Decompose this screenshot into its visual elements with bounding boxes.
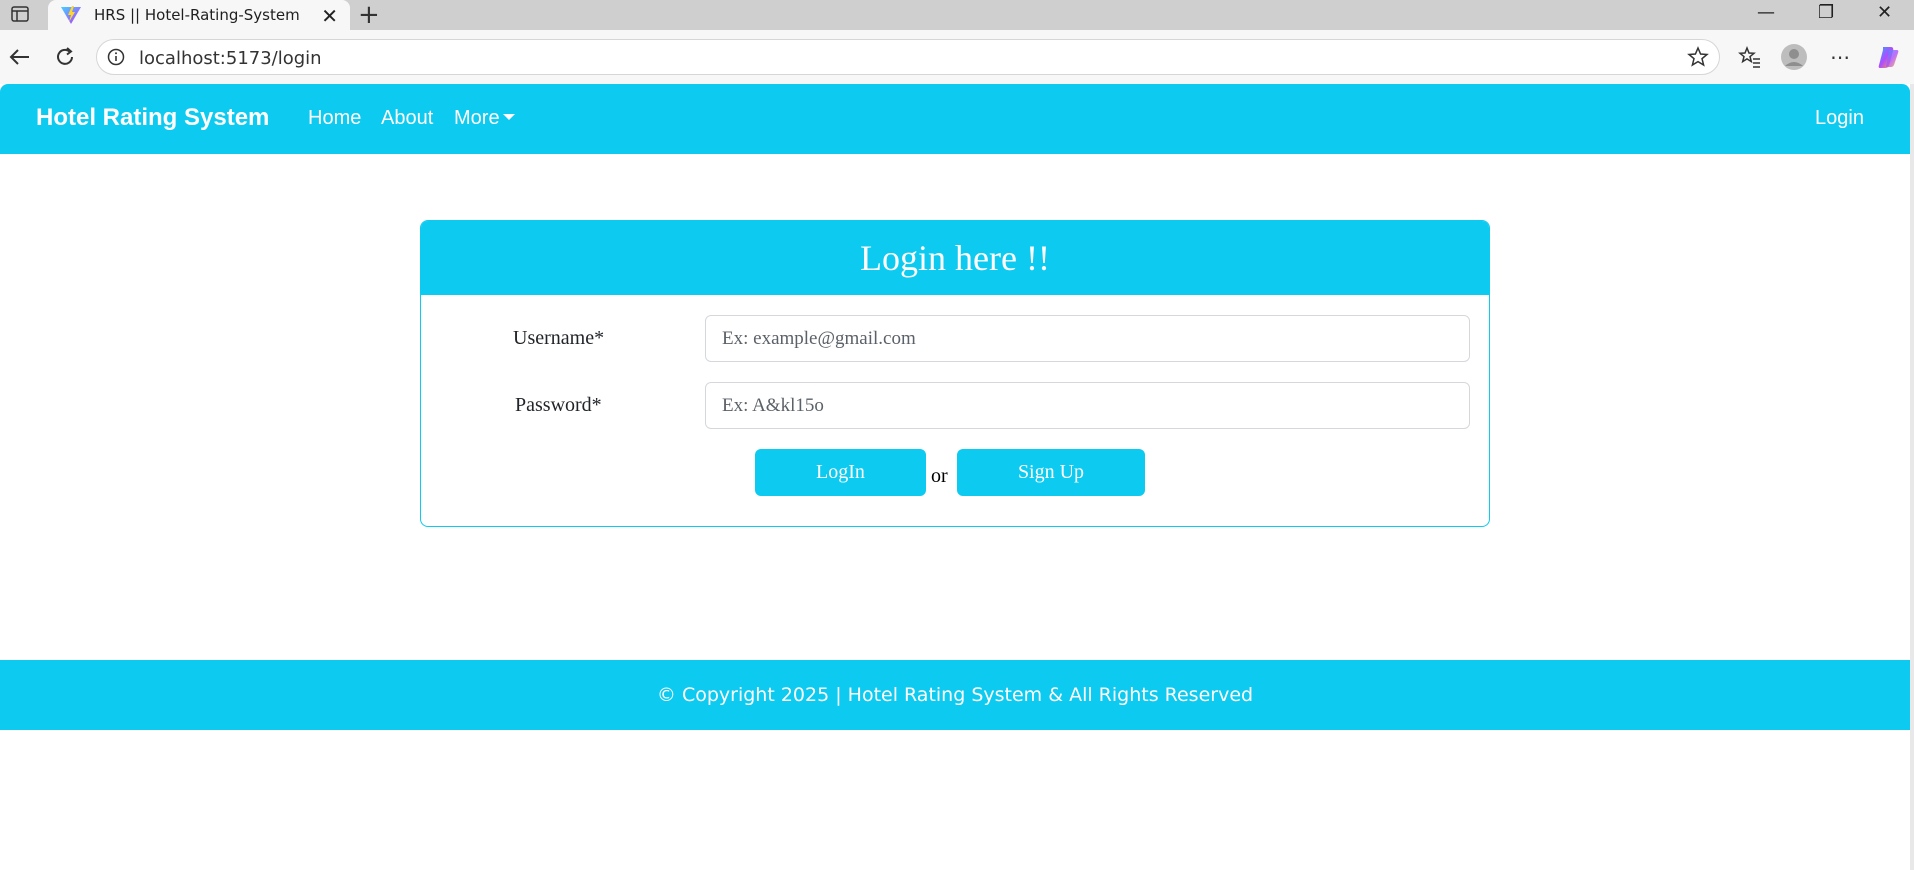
page-footer: © Copyright 2025 | Hotel Rating System &… xyxy=(0,660,1910,730)
browser-tab-active[interactable]: HRS || Hotel-Rating-System ✕ xyxy=(48,0,350,30)
caret-down-icon xyxy=(502,114,515,121)
favorites-icon[interactable] xyxy=(1736,43,1764,71)
username-input[interactable] xyxy=(705,315,1470,362)
login-button[interactable]: LogIn xyxy=(755,449,926,496)
tab-title: HRS || Hotel-Rating-System xyxy=(94,6,300,24)
tab-close-icon[interactable]: ✕ xyxy=(321,4,338,28)
new-tab-icon[interactable]: + xyxy=(358,0,380,30)
page-scroll-edge xyxy=(1910,84,1914,870)
nav-dropdown-more[interactable]: More xyxy=(454,107,515,130)
close-window-icon[interactable]: ✕ xyxy=(1877,2,1892,23)
login-title: Login here !! xyxy=(860,238,1050,278)
address-bar[interactable]: localhost:5173/login xyxy=(96,39,1720,75)
nav-link-home[interactable]: Home xyxy=(308,107,361,130)
restore-icon[interactable]: ❐ xyxy=(1818,2,1834,23)
tab-actions-icon[interactable] xyxy=(8,3,32,25)
more-options-icon[interactable]: ⋯ xyxy=(1826,43,1854,71)
login-card-header: Login here !! xyxy=(421,221,1489,295)
vite-logo-icon xyxy=(61,6,81,24)
app-navbar: Hotel Rating System Home About More Logi… xyxy=(0,84,1910,154)
nav-link-about[interactable]: About xyxy=(381,107,433,130)
navbar-brand[interactable]: Hotel Rating System xyxy=(36,104,269,132)
site-info-icon[interactable] xyxy=(107,48,125,66)
password-label: Password* xyxy=(515,394,602,416)
minimize-icon[interactable]: — xyxy=(1757,2,1775,23)
password-input[interactable] xyxy=(705,382,1470,429)
nav-login-link[interactable]: Login xyxy=(1815,107,1864,130)
browser-tab-bar: HRS || Hotel-Rating-System ✕ + — ❐ ✕ xyxy=(0,0,1914,30)
profile-avatar-icon[interactable] xyxy=(1780,43,1808,71)
back-icon[interactable] xyxy=(6,43,34,71)
refresh-icon[interactable] xyxy=(51,43,79,71)
nav-more-label: More xyxy=(454,107,500,129)
username-label: Username* xyxy=(513,327,605,349)
signup-button[interactable]: Sign Up xyxy=(957,449,1145,496)
address-url[interactable]: localhost:5173/login xyxy=(139,48,322,69)
favorite-star-icon[interactable] xyxy=(1687,46,1709,68)
copilot-icon[interactable] xyxy=(1874,43,1902,71)
login-card: Login here !! Username* Password* LogIn … xyxy=(420,220,1490,527)
footer-copyright: © Copyright 2025 | Hotel Rating System &… xyxy=(656,684,1254,706)
or-separator: or xyxy=(931,465,948,487)
browser-toolbar: localhost:5173/login ⋯ xyxy=(0,30,1914,84)
